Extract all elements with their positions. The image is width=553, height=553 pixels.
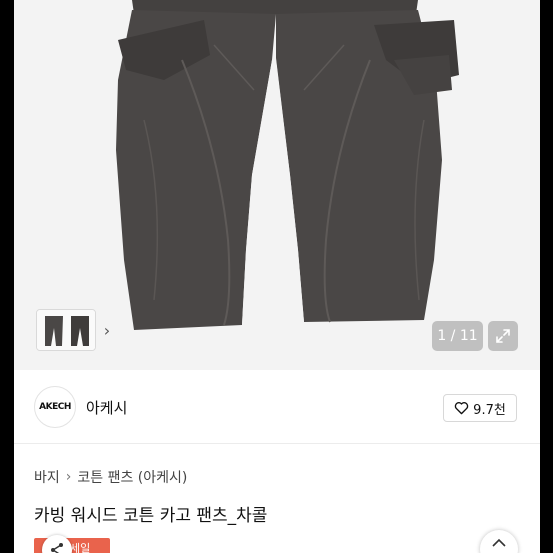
like-count: 9.7천 xyxy=(473,402,506,418)
thumbnail-strip: › xyxy=(36,309,114,351)
product-image-gallery[interactable]: › 1 / 11 xyxy=(14,0,540,370)
breadcrumb-item-category[interactable]: 바지 xyxy=(34,467,60,487)
thumbnail-image[interactable] xyxy=(36,309,96,351)
scroll-top-button[interactable] xyxy=(480,530,518,553)
shop-logo-text: AKECH xyxy=(39,402,71,412)
shop-row[interactable]: AKECH 아케시 9.7천 xyxy=(14,370,540,444)
product-title: 카빙 워시드 코튼 카고 팬츠_차콜 xyxy=(34,506,268,526)
expand-button[interactable] xyxy=(488,321,518,351)
expand-icon xyxy=(496,329,510,343)
chevron-right-icon: › xyxy=(65,469,72,485)
shop-name[interactable]: 아케시 xyxy=(86,397,127,418)
breadcrumb: 바지 › 코튼 팬츠 (아케시) xyxy=(34,467,187,487)
breadcrumb-item-subcategory[interactable]: 코튼 팬츠 (아케시) xyxy=(77,467,187,487)
heart-icon xyxy=(454,402,469,415)
thumbnail-pants-image xyxy=(37,310,95,350)
shop-logo[interactable]: AKECH xyxy=(34,386,76,428)
share-icon xyxy=(51,543,63,553)
product-page: › 1 / 11 AKECH 아케시 9.7천 바지 › 코튼 팬츠 (아케시)… xyxy=(14,0,540,553)
chevron-up-icon xyxy=(492,538,506,547)
image-counter: 1 / 11 xyxy=(432,321,483,351)
chevron-right-icon[interactable]: › xyxy=(100,321,114,340)
like-button[interactable]: 9.7천 xyxy=(443,394,517,422)
